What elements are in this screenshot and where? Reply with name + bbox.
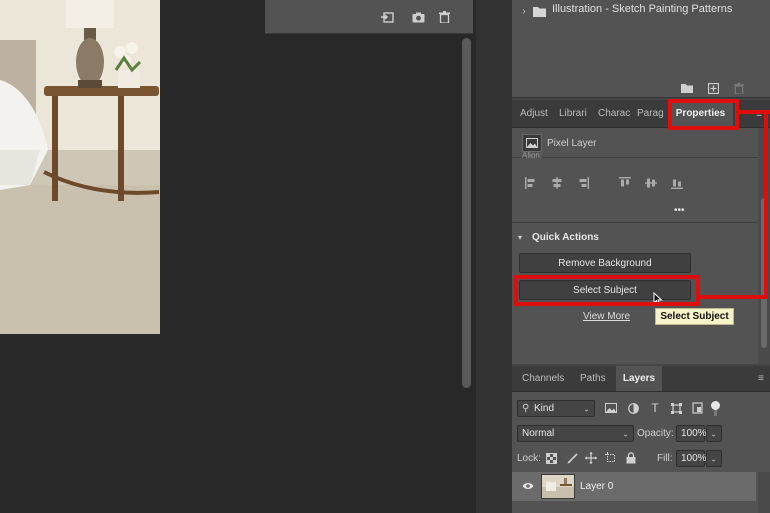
filter-kind-value: Kind — [534, 403, 555, 414]
lock-transparent-pixels-icon[interactable] — [544, 451, 558, 465]
quick-actions-title: Quick Actions — [532, 232, 599, 243]
tab-paths[interactable]: Paths — [580, 366, 610, 391]
type-filter-icon[interactable]: T — [648, 401, 662, 415]
lock-position-icon[interactable] — [584, 451, 598, 465]
folder-icon — [532, 4, 546, 18]
library-row[interactable]: › Illustration - Sketch Painting Pattern… — [512, 0, 770, 22]
opacity-label: Opacity: — [637, 428, 674, 439]
opacity-dropdown[interactable]: ⌄ — [706, 425, 722, 442]
fill-label: Fill: — [657, 453, 673, 464]
import-icon[interactable] — [379, 8, 397, 26]
trash-icon[interactable] — [732, 81, 746, 95]
shape-filter-icon[interactable] — [669, 401, 683, 415]
tab-layers[interactable]: Layers — [616, 366, 662, 391]
align-vertical-center-icon[interactable] — [644, 176, 658, 190]
library-name: Illustration - Sketch Painting Patterns — [552, 3, 733, 15]
trash-icon[interactable] — [435, 8, 453, 26]
layer-row[interactable]: Layer 0 — [512, 472, 756, 501]
blend-mode-dropdown[interactable]: Normal ⌄ — [517, 425, 634, 442]
chevron-down-icon: ⌄ — [710, 454, 717, 463]
chevron-down-icon: ⌄ — [583, 404, 590, 413]
highlight-connector-right — [764, 110, 768, 299]
layer-name: Layer 0 — [580, 481, 614, 492]
tooltip: Select Subject — [655, 308, 734, 325]
filter-toggle-stem — [714, 410, 717, 416]
panel-footer-strip — [265, 0, 473, 34]
adjustment-filter-icon[interactable] — [626, 401, 640, 415]
search-icon: ⚲ — [522, 403, 530, 414]
lock-all-icon[interactable] — [624, 451, 638, 465]
divider — [512, 222, 758, 223]
filter-toggle-icon[interactable] — [711, 401, 720, 410]
library-content — [512, 22, 770, 77]
highlight-select-subject — [514, 275, 700, 306]
highlight-connector-bottom — [697, 295, 768, 299]
library-footer — [512, 77, 770, 98]
lock-label: Lock: — [517, 453, 541, 464]
tab-character[interactable]: Charac — [598, 100, 630, 127]
panel-menu-icon[interactable]: ≡ — [754, 372, 768, 384]
layers-tabbar: Channels Paths Layers ≡ — [512, 366, 770, 392]
chevron-down-icon: ⌄ — [710, 429, 717, 438]
camera-icon[interactable] — [409, 8, 427, 26]
opacity-field[interactable]: 100% — [676, 425, 707, 442]
tab-channels[interactable]: Channels — [522, 366, 568, 391]
tab-paragraph[interactable]: Parag — [637, 100, 665, 127]
fill-dropdown[interactable]: ⌄ — [706, 450, 722, 467]
fill-field[interactable]: 100% — [676, 450, 707, 467]
lock-image-pixels-icon[interactable] — [565, 451, 579, 465]
canvas-image — [0, 0, 160, 334]
tab-adjust[interactable]: Adjust — [520, 100, 554, 127]
align-left-icon[interactable] — [524, 176, 538, 190]
divider — [512, 157, 758, 158]
align-horizontal-center-icon[interactable] — [550, 176, 564, 190]
layer-type-label: Pixel Layer — [547, 138, 597, 149]
lock-artboard-icon[interactable] — [604, 451, 618, 465]
layer-thumbnail — [541, 474, 575, 499]
highlight-properties-tab — [668, 99, 739, 130]
align-bottom-icon[interactable] — [670, 176, 684, 190]
view-more-link[interactable]: View More — [583, 311, 630, 322]
eye-icon[interactable] — [521, 480, 535, 492]
tab-libraries[interactable]: Librari — [559, 100, 590, 127]
add-icon[interactable] — [706, 81, 720, 95]
image-icon — [522, 134, 542, 152]
layers-panel: ⚲ Kind ⌄ T Normal ⌄ Opacity: 100% ⌄ Lock… — [512, 392, 770, 513]
layers-scrollbar[interactable] — [758, 472, 770, 513]
panel-gutter — [476, 0, 512, 513]
chevron-right-icon[interactable]: › — [518, 4, 530, 18]
chevron-down-icon[interactable]: ▾ — [518, 233, 522, 242]
canvas-scrollbar[interactable] — [462, 38, 471, 388]
align-top-icon[interactable] — [618, 176, 632, 190]
properties-panel: Pixel Layer Align: ••• ▾ Quick Actions R… — [512, 128, 758, 364]
remove-background-button[interactable]: Remove Background — [519, 253, 691, 273]
chevron-down-icon: ⌄ — [622, 429, 629, 438]
align-right-icon[interactable] — [576, 176, 590, 190]
blend-mode-value: Normal — [522, 428, 555, 439]
more-options-icon[interactable]: ••• — [674, 205, 685, 216]
image-filter-icon[interactable] — [604, 401, 618, 415]
filter-kind-dropdown[interactable]: ⚲ Kind ⌄ — [517, 400, 595, 417]
smart-object-filter-icon[interactable] — [690, 401, 704, 415]
new-folder-icon[interactable] — [680, 81, 694, 95]
align-label: Align: — [522, 151, 543, 158]
